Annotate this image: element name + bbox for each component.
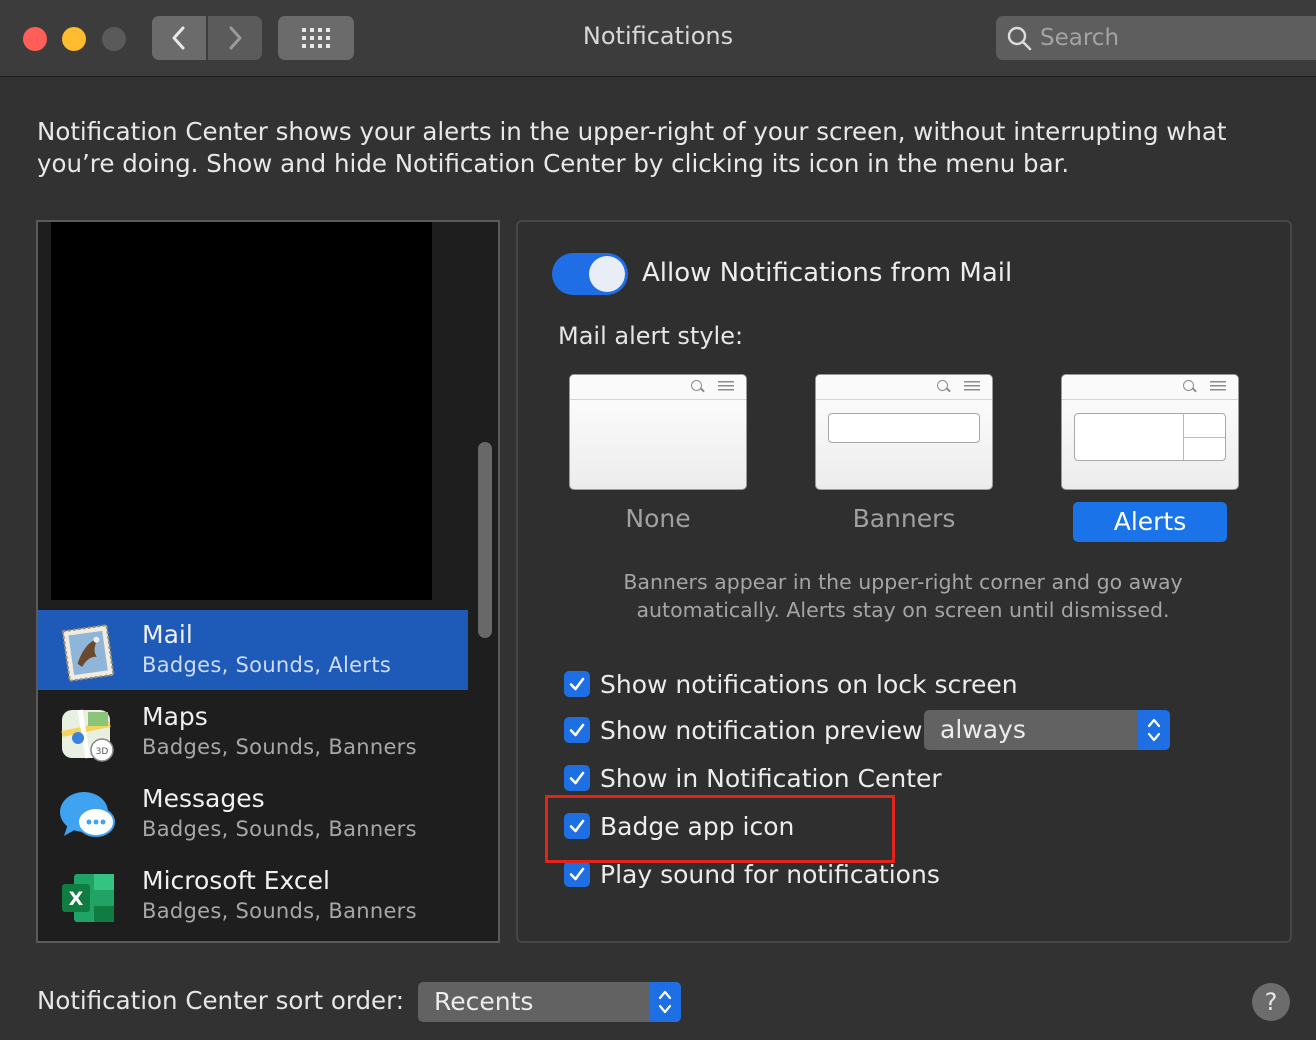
- up-down-arrows-icon: [1138, 710, 1170, 750]
- alert-sample: [1074, 413, 1226, 461]
- checkbox-checked[interactable]: [564, 671, 590, 697]
- app-name: Maps: [142, 702, 208, 731]
- app-row-maps[interactable]: 3D Maps Badges, Sounds, Banners: [38, 692, 468, 772]
- app-subtitle: Badges, Sounds, Banners: [142, 817, 417, 841]
- search-icon: [937, 380, 948, 391]
- app-row-mail[interactable]: Mail Badges, Sounds, Alerts: [38, 610, 468, 690]
- checkmark-icon: [569, 867, 585, 881]
- allow-notifications-toggle[interactable]: [552, 253, 628, 295]
- app-subtitle: Badges, Sounds, Alerts: [142, 653, 392, 677]
- alert-style-banners-preview[interactable]: [815, 374, 993, 490]
- checkbox-checked[interactable]: [564, 861, 590, 887]
- redacted-area: [51, 222, 432, 600]
- alert-style-banners-label[interactable]: Banners: [815, 504, 993, 533]
- search-icon: [1007, 26, 1032, 51]
- mail-app-icon: [58, 622, 118, 682]
- app-name: Mail: [142, 620, 193, 649]
- list-icon: [964, 381, 980, 391]
- sort-order-label: Notification Center sort order:: [37, 986, 404, 1015]
- option-preview[interactable]: Show notification preview: [564, 714, 923, 746]
- option-label: Show in Notification Center: [600, 763, 942, 793]
- allow-notifications-label: Allow Notifications from Mail: [642, 258, 1013, 288]
- app-subtitle: Badges, Sounds, Banners: [142, 899, 417, 923]
- alert-style-none-preview[interactable]: [569, 374, 747, 490]
- search-placeholder: Search: [1040, 25, 1120, 51]
- maps-app-icon: 3D: [58, 704, 118, 764]
- preview-popup[interactable]: always: [924, 710, 1170, 750]
- search-icon: [691, 380, 702, 391]
- option-notification-center[interactable]: Show in Notification Center: [564, 762, 942, 794]
- alert-style-none-label[interactable]: None: [569, 504, 747, 533]
- list-icon: [1210, 381, 1226, 391]
- search-field[interactable]: Search: [996, 16, 1316, 60]
- up-down-arrows-icon: [649, 982, 681, 1022]
- list-icon: [718, 381, 734, 391]
- annotation-highlight-box: [545, 795, 895, 863]
- app-row-microsoft-excel[interactable]: X Microsoft Excel Badges, Sounds, Banner…: [38, 856, 468, 936]
- app-name: Microsoft Excel: [142, 866, 330, 895]
- checkbox-checked[interactable]: [564, 765, 590, 791]
- option-label: Play sound for notifications: [600, 859, 940, 889]
- alert-style-alerts-label[interactable]: Alerts: [1073, 502, 1227, 542]
- alert-style-label: Mail alert style:: [558, 322, 744, 350]
- app-name: Messages: [142, 784, 265, 813]
- alert-style-alerts-preview[interactable]: [1061, 374, 1239, 490]
- sort-order-popup[interactable]: Recents: [418, 982, 681, 1022]
- svg-text:X: X: [69, 888, 84, 910]
- checkmark-icon: [569, 723, 585, 737]
- messages-app-icon: [58, 786, 118, 846]
- preview-popup-value: always: [940, 715, 1026, 744]
- app-list-scrollbar[interactable]: [478, 442, 492, 638]
- title-bar: Notifications Search: [0, 0, 1316, 77]
- app-row-messages[interactable]: Messages Badges, Sounds, Banners: [38, 774, 468, 854]
- svg-text:3D: 3D: [96, 747, 109, 757]
- sort-order-value: Recents: [434, 987, 534, 1016]
- alert-style-help-text: Banners appear in the upper-right corner…: [623, 570, 1183, 622]
- excel-app-icon: X: [58, 868, 118, 928]
- checkmark-icon: [569, 677, 585, 691]
- checkbox-checked[interactable]: [564, 717, 590, 743]
- search-icon: [1183, 380, 1194, 391]
- app-list[interactable]: Mail Badges, Sounds, Alerts 3D Maps Badg…: [36, 220, 500, 943]
- option-label: Show notifications on lock screen: [600, 669, 1018, 699]
- app-subtitle: Badges, Sounds, Banners: [142, 735, 417, 759]
- toggle-knob: [589, 256, 625, 292]
- checkmark-icon: [569, 771, 585, 785]
- help-button[interactable]: ?: [1252, 983, 1290, 1021]
- option-lock-screen[interactable]: Show notifications on lock screen: [564, 668, 1018, 700]
- banner-sample: [828, 413, 980, 443]
- option-label: Show notification preview: [600, 715, 923, 745]
- intro-description: Notification Center shows your alerts in…: [37, 117, 1227, 178]
